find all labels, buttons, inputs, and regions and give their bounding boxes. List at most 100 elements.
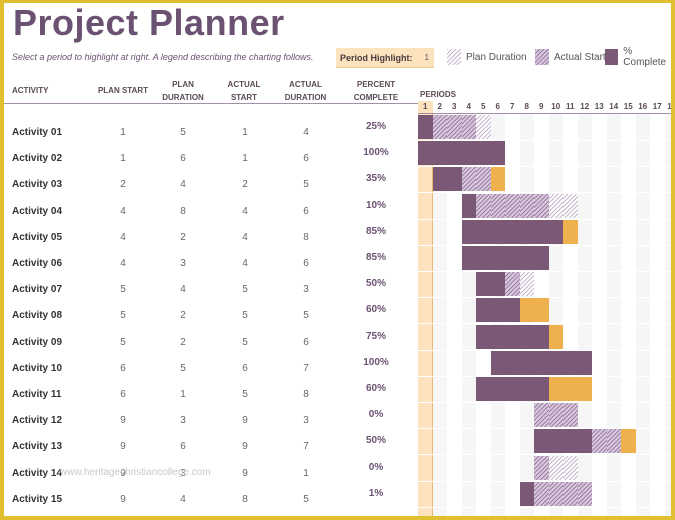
complete-bar-segment: [534, 324, 549, 349]
plan-start-cell: 4: [120, 231, 126, 243]
complete-bar-segment: [548, 429, 563, 454]
legend-label: % Complete: [623, 46, 667, 68]
actual-start-cell: 9: [242, 467, 248, 479]
complete-bar-segment: [490, 324, 505, 349]
over-bar-segment: [534, 298, 549, 323]
activity-name: Activity 03: [12, 179, 63, 191]
actual-bar-segment: [519, 193, 534, 218]
complete-bar-segment: [519, 377, 534, 401]
gantt-chart: 123456789101112131415161718: [418, 101, 671, 516]
plan-start-cell: 4: [120, 258, 126, 269]
period-tick[interactable]: 15: [621, 101, 636, 113]
period-highlight-field[interactable]: Period Highlight: 1: [336, 48, 434, 68]
plan-start-cell: 1: [120, 127, 126, 138]
actual-duration-cell: 7: [303, 441, 309, 453]
actual-duration-cell: 7: [303, 362, 309, 374]
plan-duration-cell: 8: [180, 205, 186, 217]
over-bar-segment: [563, 377, 578, 401]
header-activity: ACTIVITY: [12, 86, 49, 95]
complete-bar-segment: [548, 219, 563, 244]
actual-bar-segment: [606, 429, 621, 454]
activity-name: Activity 14: [12, 467, 63, 479]
period-column: [592, 113, 607, 516]
complete-bar-segment: [563, 429, 578, 454]
percent-complete-cell: 60%: [365, 304, 386, 316]
plan-duration-cell: 3: [180, 258, 186, 269]
header-percent-complete-line1: PERCENT: [356, 80, 396, 89]
activity-name: Activity 01: [12, 127, 63, 138]
period-tick[interactable]: 18: [665, 101, 671, 113]
actual-bar-segment: [447, 115, 462, 139]
activity-name: Activity 07: [12, 284, 63, 296]
header-plan-start: PLAN START: [97, 86, 149, 95]
period-tick[interactable]: 1: [418, 101, 433, 113]
plan-start-cell: 5: [120, 336, 126, 348]
complete-bar-segment: [534, 350, 549, 375]
actual-duration-cell: 8: [303, 389, 309, 400]
period-tick[interactable]: 6: [491, 101, 506, 113]
plan-duration-cell: 1: [180, 389, 186, 400]
over-bar-segment: [563, 219, 578, 244]
activity-name: Activity 04: [12, 205, 63, 217]
complete-bar-segment: [476, 272, 491, 297]
period-tick[interactable]: 16: [636, 101, 651, 113]
complete-bar-segment: [490, 272, 505, 297]
plan-duration-cell: 3: [180, 415, 186, 427]
plan-bar-segment: [563, 193, 578, 218]
row-separator: [418, 506, 671, 508]
actual-duration-cell: 3: [303, 284, 309, 296]
actual-start-cell: 4: [242, 205, 248, 217]
legend-actual-start: Actual Start: [535, 48, 606, 66]
actual-duration-cell: 4: [303, 127, 309, 138]
period-column: [664, 113, 671, 516]
percent-complete-cell: 60%: [365, 383, 386, 394]
activity-name: Activity 02: [12, 153, 63, 165]
period-tick[interactable]: 2: [433, 101, 448, 113]
complete-bar-segment: [490, 246, 505, 270]
complete-bar-segment: [432, 141, 447, 166]
actual-start-cell: 5: [242, 389, 248, 400]
percent-complete-cell: 35%: [365, 173, 386, 185]
complete-bar-segment: [577, 429, 592, 454]
period-tick[interactable]: 3: [447, 101, 462, 113]
period-tick[interactable]: 12: [578, 101, 593, 113]
actual-start-cell: 1: [242, 153, 248, 165]
actual-bar-segment: [505, 193, 520, 218]
period-tick[interactable]: 17: [650, 101, 665, 113]
complete-bar-segment: [505, 246, 520, 270]
complete-bar-segment: [432, 167, 447, 192]
period-tick[interactable]: 10: [549, 101, 564, 113]
over-bar-segment: [577, 377, 592, 401]
period-tick[interactable]: 4: [462, 101, 477, 113]
period-tick[interactable]: 14: [607, 101, 622, 113]
over-bar-segment: [548, 324, 563, 349]
complete-bar-segment: [505, 298, 520, 323]
actual-bar-segment: [592, 429, 607, 454]
percent-complete-cell: 75%: [365, 330, 386, 342]
plan-start-cell: 1: [120, 153, 126, 165]
actual-duration-cell: 6: [303, 153, 309, 165]
actual-bar-segment: [548, 403, 563, 428]
period-tick[interactable]: 5: [476, 101, 491, 113]
complete-bar-segment: [447, 167, 462, 192]
complete-bar-segment: [563, 350, 578, 375]
period-highlight-label: Period Highlight:: [340, 52, 413, 63]
period-highlight-value[interactable]: 1: [425, 53, 429, 62]
period-tick[interactable]: 8: [520, 101, 535, 113]
plan-start-cell: 4: [120, 205, 126, 217]
activity-name: Activity 10: [12, 362, 63, 374]
header-actual-start-line1: ACTUAL: [227, 80, 261, 89]
complete-bar-segment: [418, 141, 433, 166]
period-tick[interactable]: 11: [563, 101, 578, 113]
period-tick[interactable]: 7: [505, 101, 520, 113]
header-actual-duration: ACTUAL DURATION: [278, 78, 333, 104]
actual-start-cell: 8: [242, 493, 248, 505]
period-tick[interactable]: 13: [592, 101, 607, 113]
period-tick[interactable]: 9: [534, 101, 549, 113]
complete-bar-segment: [461, 219, 476, 244]
actual-duration-cell: 1: [303, 467, 309, 479]
complete-bar-segment: [447, 141, 462, 166]
plan-duration-cell: 5: [180, 127, 186, 138]
plan-start-cell: 6: [120, 362, 126, 374]
activity-name: Activity 11: [12, 389, 62, 400]
